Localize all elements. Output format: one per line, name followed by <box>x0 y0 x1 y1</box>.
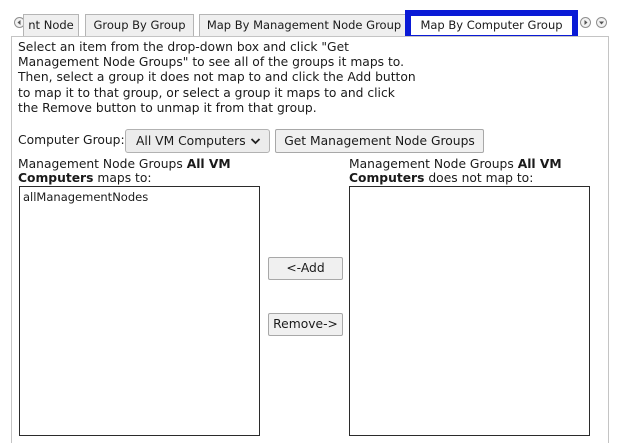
computer-group-label: Computer Group: <box>18 133 125 147</box>
heading-group-name: Computers <box>18 171 94 185</box>
tab-label: Group By Group <box>93 18 186 32</box>
heading-suffix: maps to: <box>97 171 152 185</box>
add-button[interactable]: <-Add <box>268 257 343 280</box>
heading-group-name: All VM <box>186 157 231 171</box>
tab-group-by-group[interactable]: Group By Group <box>85 14 194 36</box>
heading-suffix: does not map to: <box>428 171 534 185</box>
maps-to-heading: Management Node Groups All VM Computers … <box>18 157 258 185</box>
computer-group-select[interactable]: All VM Computers <box>125 129 270 153</box>
tab-label: Map By Computer Group <box>420 18 563 32</box>
does-not-map-to-listbox[interactable] <box>349 186 590 436</box>
dropdown-menu-icon[interactable] <box>596 17 607 28</box>
does-not-map-to-heading: Management Node Groups All VM Computers … <box>349 157 589 185</box>
computer-group-selected-value: All VM Computers <box>136 134 246 148</box>
instructions-text: Select an item from the drop-down box an… <box>18 40 438 116</box>
instructions-line: Management Node Groups" to see all of th… <box>18 55 405 70</box>
heading-prefix: Management Node Groups <box>349 157 514 171</box>
maps-to-listbox[interactable]: allManagementNodes <box>19 186 260 436</box>
tab-panel: Select an item from the drop-down box an… <box>11 36 609 443</box>
heading-group-name: Computers <box>349 171 425 185</box>
instructions-line: Then, select a group it does not map to … <box>18 70 416 85</box>
remove-button[interactable]: Remove-> <box>268 313 343 336</box>
tab-label: nt Node <box>28 18 74 32</box>
chevron-down-icon <box>250 138 261 145</box>
list-item[interactable]: allManagementNodes <box>23 190 256 205</box>
get-management-node-groups-button[interactable]: Get Management Node Groups <box>275 129 484 153</box>
scroll-right-icon[interactable] <box>580 17 591 28</box>
tab-management-node[interactable]: nt Node <box>23 14 79 36</box>
heading-group-name: All VM <box>517 157 562 171</box>
app-root: nt Node Group By Group Map By Management… <box>0 0 618 443</box>
instructions-line: to map it to that group, or select a gro… <box>18 85 395 100</box>
tab-map-by-management-node-group[interactable]: Map By Management Node Group <box>199 14 409 36</box>
tab-strip: nt Node Group By Group Map By Management… <box>0 0 618 41</box>
instructions-line: the Remove button to unmap it from that … <box>18 100 317 115</box>
instructions-line: Select an item from the drop-down box an… <box>18 40 349 54</box>
tab-label: Map By Management Node Group <box>206 18 402 32</box>
heading-prefix: Management Node Groups <box>18 157 183 171</box>
